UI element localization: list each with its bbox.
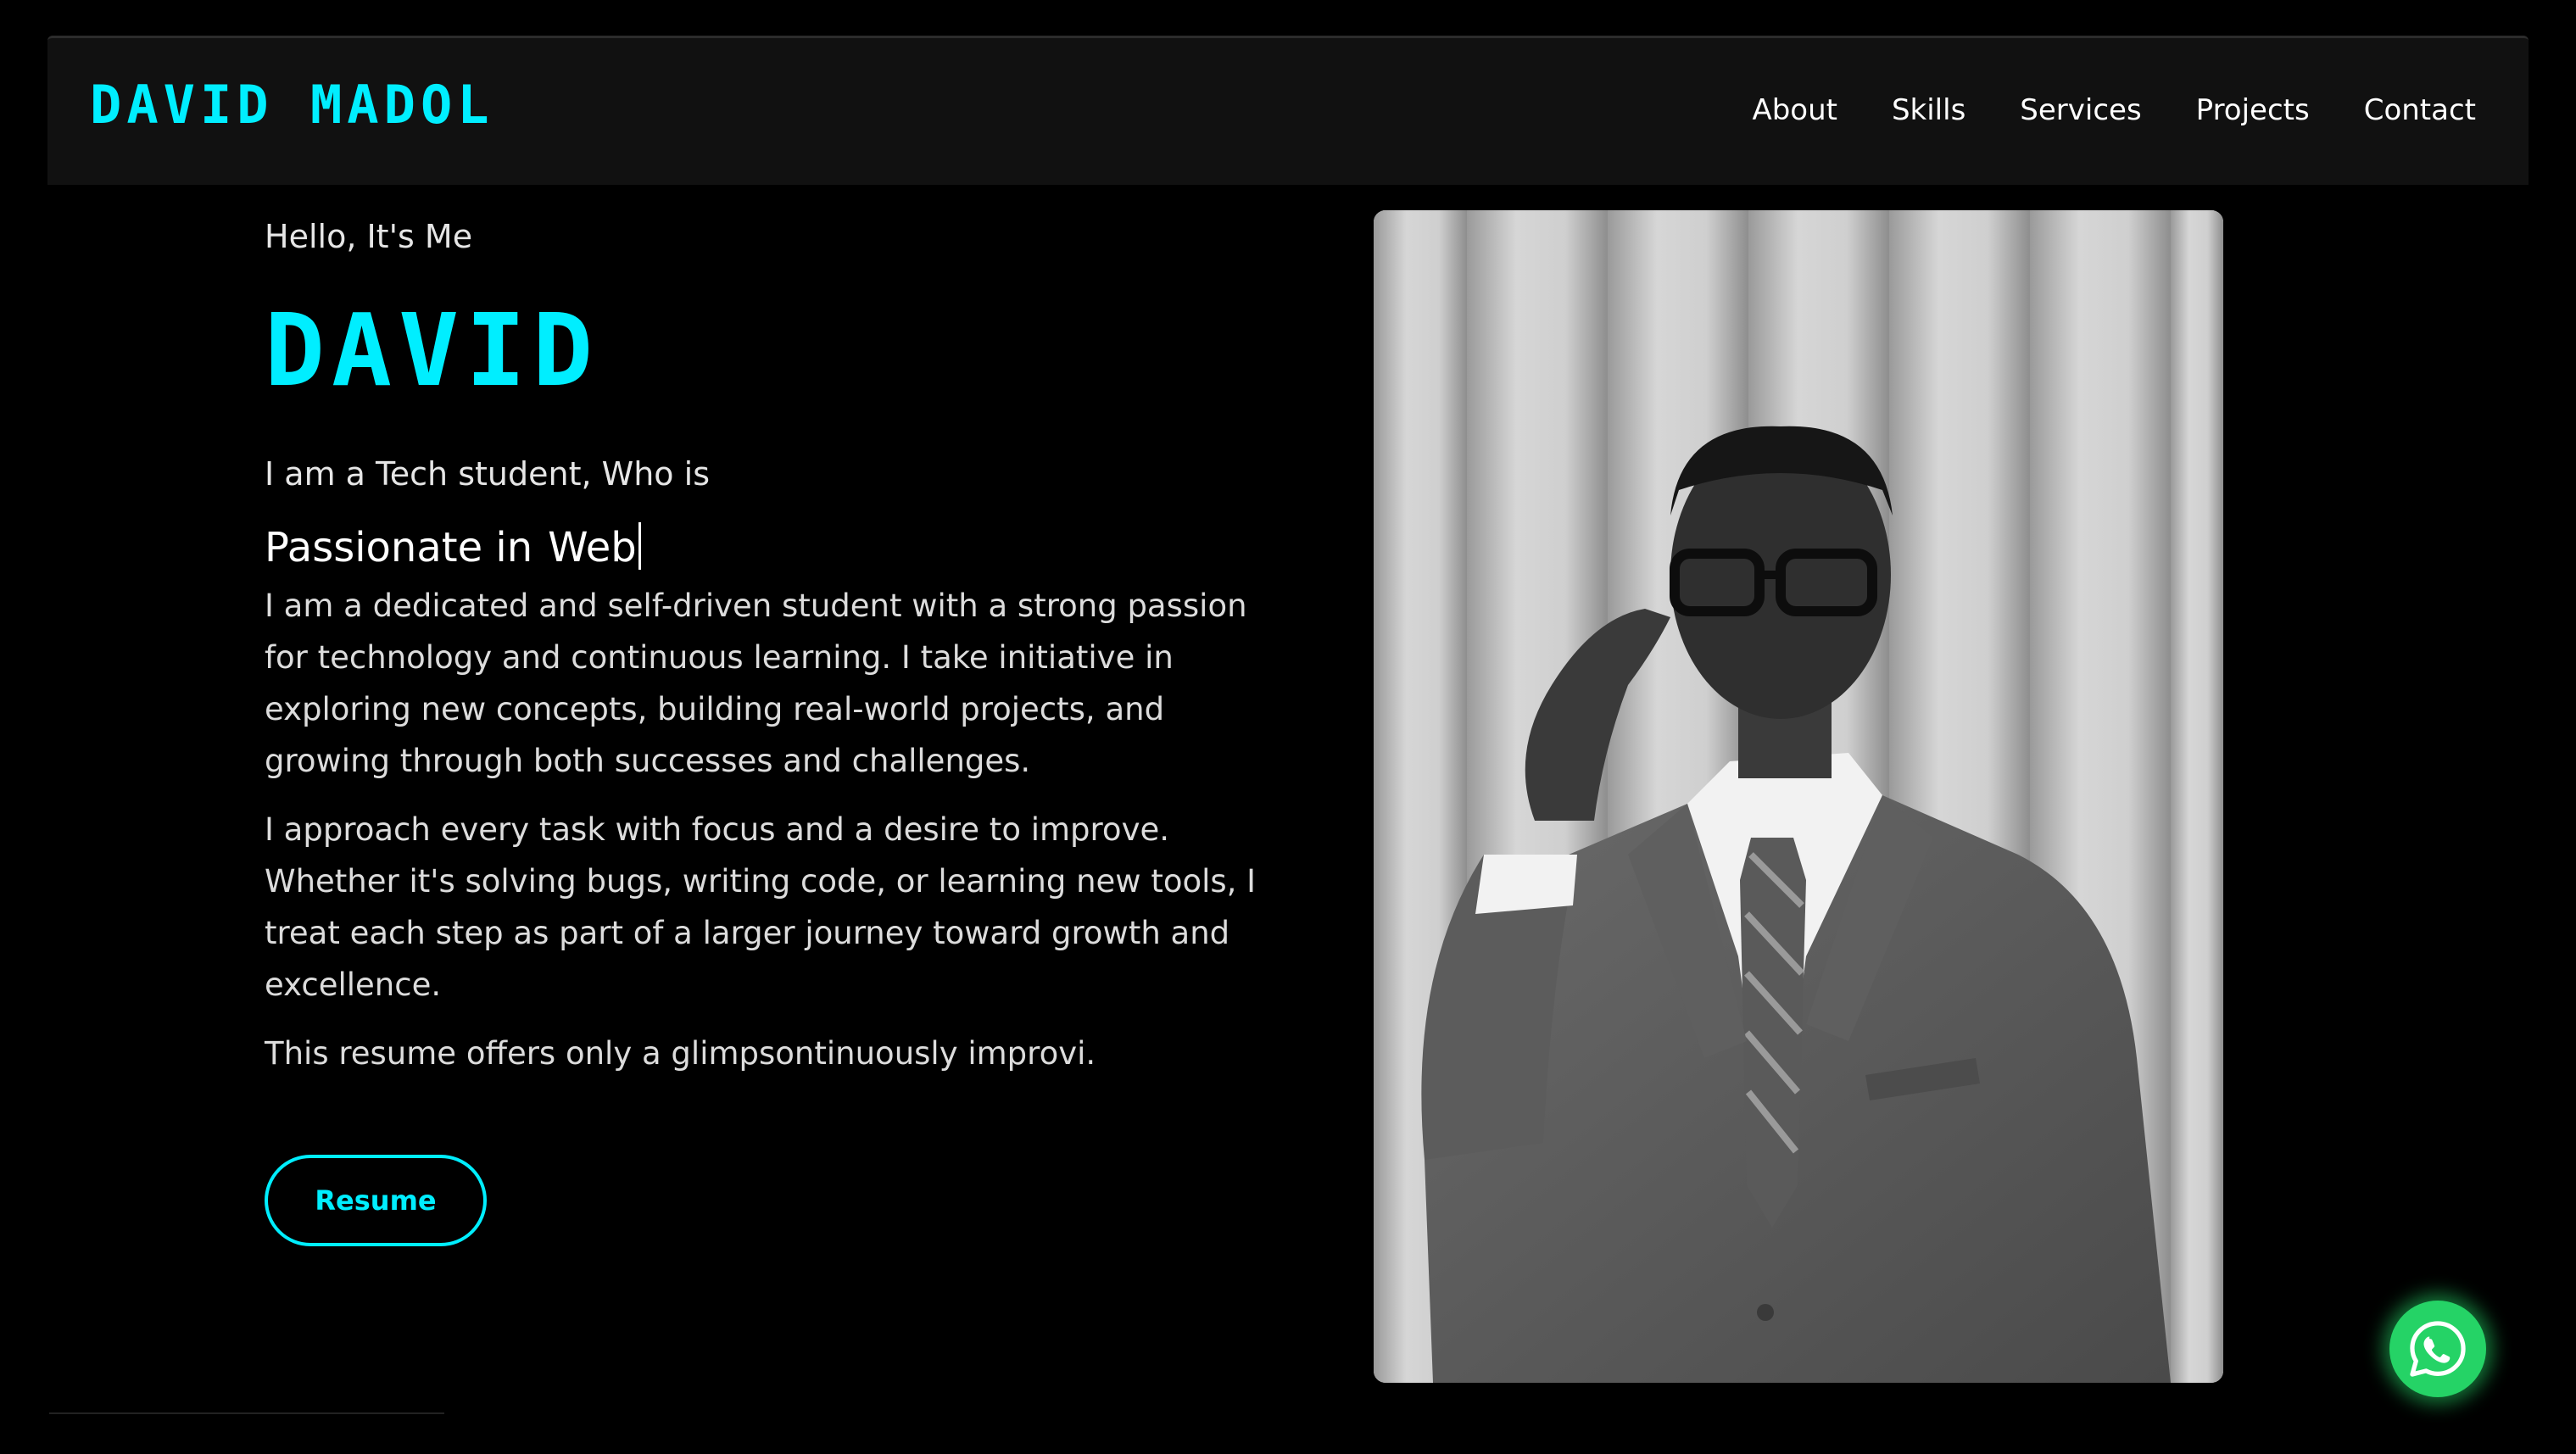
hero-greeting: Hello, It's Me — [265, 218, 473, 255]
whatsapp-icon — [2410, 1321, 2466, 1377]
bio-paragraph: I am a dedicated and self-driven student… — [265, 588, 1247, 779]
nav-about[interactable]: About — [1752, 93, 1837, 127]
resume-button[interactable]: Resume — [265, 1155, 487, 1246]
portfolio-page: DAVID MADOL About Skills Services Projec… — [0, 0, 2576, 1454]
typed-text: Web — [548, 524, 637, 571]
hero-passion-line: Passionate in Web — [265, 521, 641, 575]
whatsapp-button[interactable] — [2389, 1301, 2486, 1397]
bio-paragraph: I approach every task with focus and a d… — [265, 811, 1257, 1003]
nav-skills[interactable]: Skills — [1892, 93, 1965, 127]
hero-name: DAVID — [265, 292, 600, 409]
top-navbar: DAVID MADOL About Skills Services Projec… — [47, 36, 2529, 185]
scroll-divider — [49, 1412, 444, 1414]
hero-intro: Hello, It's Me DAVID I am a Tech student… — [265, 214, 1282, 1072]
typing-cursor — [638, 522, 641, 570]
nav-projects[interactable]: Projects — [2196, 93, 2310, 127]
main-nav: About Skills Services Projects Contact — [1752, 38, 2476, 182]
bio-paragraph: This resume offers only a glimpsontinuou… — [265, 1035, 1096, 1072]
brand-logo[interactable]: DAVID MADOL — [90, 79, 494, 131]
nav-services[interactable]: Services — [2020, 93, 2141, 127]
portrait-photo — [1374, 210, 2223, 1383]
hero-tagline: I am a Tech student, Who is — [265, 455, 710, 493]
hero-bio: I am a dedicated and self-driven student… — [265, 580, 1274, 1096]
passion-prefix: Passionate in — [265, 524, 533, 571]
nav-contact[interactable]: Contact — [2364, 93, 2476, 127]
